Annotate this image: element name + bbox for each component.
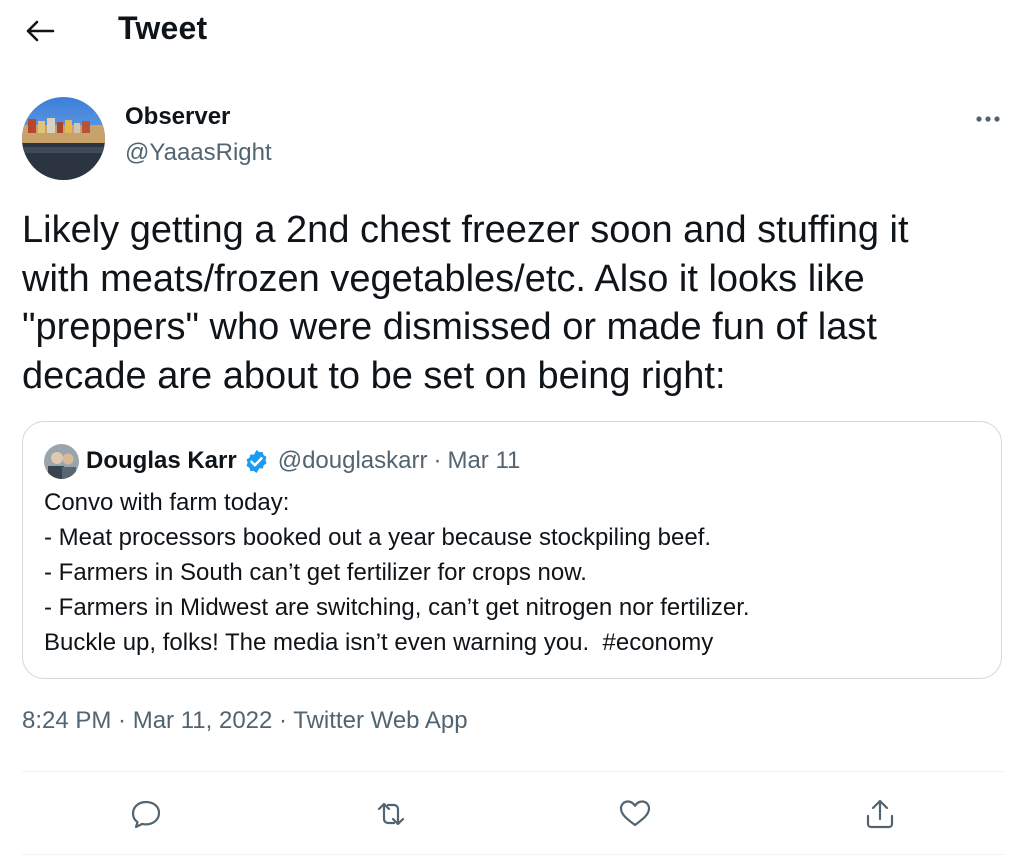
verified-badge-icon (246, 449, 267, 473)
tweet-text: Likely getting a 2nd chest freezer soon … (22, 209, 909, 397)
retweet-button[interactable] (371, 794, 411, 834)
tweet-date: Mar 11, 2022 (132, 707, 273, 734)
share-button[interactable] (860, 794, 900, 834)
tweet-source[interactable]: Twitter Web App (293, 707, 467, 734)
quoted-avatar (44, 444, 79, 479)
action-bar (0, 784, 1024, 844)
quoted-separator: · (433, 447, 442, 474)
arrow-left-icon (26, 20, 55, 42)
tweet-metadata: 8:24 PM · Mar 11, 2022 · Twitter Web App (22, 707, 468, 735)
avatar[interactable] (22, 97, 105, 180)
quoted-header: Douglas Karr @douglaskarr · Mar 11 (86, 447, 520, 475)
more-options-button[interactable] (966, 106, 1010, 132)
avatar-image (22, 97, 105, 180)
quoted-tweet-text: Convo with farm today: - Meat processors… (44, 489, 750, 656)
quoted-tweet-card[interactable]: Douglas Karr @douglaskarr · Mar 11 Convo… (22, 421, 1002, 679)
retweet-icon (377, 802, 405, 826)
like-icon (619, 800, 651, 827)
quoted-date: Mar 11 (447, 447, 521, 474)
share-icon (866, 799, 894, 829)
author-handle[interactable]: @YaaasRight (125, 139, 272, 167)
author-display-name[interactable]: Observer (125, 103, 230, 131)
more-horizontal-icon (976, 116, 1000, 122)
tweet-time: 8:24 PM (22, 707, 112, 734)
page-title: Tweet (118, 10, 208, 46)
quoted-display-name: Douglas Karr (86, 447, 237, 474)
meta-separator: · (111, 707, 133, 734)
reply-button[interactable] (126, 794, 166, 834)
back-button[interactable] (22, 14, 58, 48)
divider (22, 854, 1004, 855)
top-header: Tweet (0, 0, 1024, 60)
quoted-handle: @douglaskarr (277, 447, 428, 474)
reply-icon (131, 800, 161, 829)
meta-separator: · (272, 707, 294, 734)
like-button[interactable] (615, 794, 655, 834)
divider (22, 771, 1004, 772)
